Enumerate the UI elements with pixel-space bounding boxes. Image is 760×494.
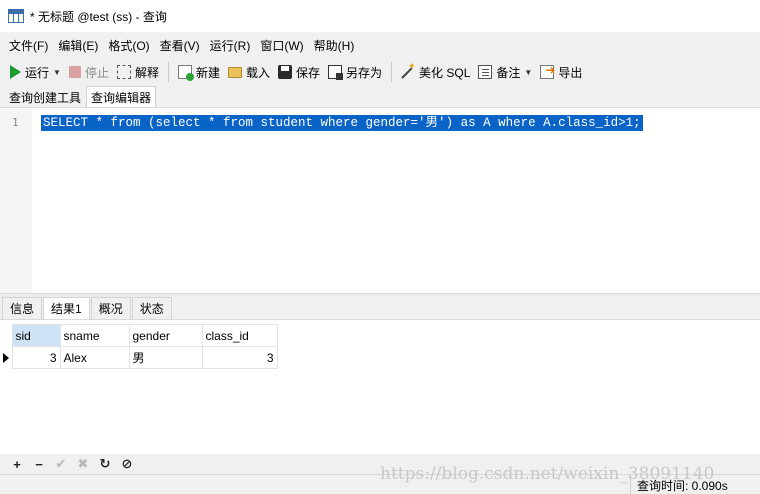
refresh-icon[interactable]: ↻ xyxy=(94,456,116,472)
cell-gender[interactable]: 男 xyxy=(128,346,203,369)
explain-label: 解释 xyxy=(134,65,159,80)
grid-header-row: sid sname gender class_id xyxy=(0,324,278,347)
export-button[interactable]: 导出 xyxy=(536,61,586,83)
beautify-label: 美化 SQL xyxy=(419,65,471,80)
current-row-icon xyxy=(3,352,9,363)
tab-info[interactable]: 信息 xyxy=(2,297,43,319)
tab-query-editor[interactable]: 查询编辑器 xyxy=(86,86,157,107)
title-bar: * 无标题 @test (ss) - 查询 xyxy=(0,0,760,32)
chevron-down-icon[interactable]: ▼ xyxy=(524,68,532,77)
menu-bar: 文件(F) 编辑(E) 格式(O) 查看(V) 运行(R) 窗口(W) 帮助(H… xyxy=(0,32,760,58)
save-as-button[interactable]: 另存为 xyxy=(324,61,386,83)
discard-changes-icon[interactable]: ✖ xyxy=(72,456,94,472)
table-row[interactable]: 3 Alex 男 3 xyxy=(0,346,278,369)
play-icon xyxy=(10,65,21,79)
run-button[interactable]: 运行 ▼ xyxy=(6,61,65,83)
result-tabs: 信息 结果1 概况 状态 xyxy=(0,297,760,320)
toolbar-separator xyxy=(391,62,393,82)
save-as-icon xyxy=(328,65,344,80)
menu-run[interactable]: 运行(R) xyxy=(205,37,256,54)
delete-record-icon[interactable]: − xyxy=(28,457,50,472)
sql-editor[interactable]: 1 SELECT * from (select * from student w… xyxy=(0,108,760,294)
note-button[interactable]: 备注 ▼ xyxy=(474,61,536,83)
explain-button[interactable]: 解释 xyxy=(113,61,163,83)
menu-window[interactable]: 窗口(W) xyxy=(255,37,308,54)
line-number: 1 xyxy=(12,116,19,129)
load-label: 载入 xyxy=(245,65,270,80)
stop-button[interactable]: 停止 xyxy=(65,61,113,83)
add-record-icon[interactable]: + xyxy=(6,457,28,472)
menu-format[interactable]: 格式(O) xyxy=(103,37,154,54)
row-pointer xyxy=(0,346,12,369)
export-icon xyxy=(540,63,555,79)
editor-mode-tabs: 查询创建工具 查询编辑器 xyxy=(0,86,760,108)
run-label: 运行 xyxy=(25,65,50,80)
query-window-icon xyxy=(8,9,24,23)
stop-label: 停止 xyxy=(84,65,109,80)
tab-result1[interactable]: 结果1 xyxy=(43,297,90,319)
column-header-class-id[interactable]: class_id xyxy=(201,324,278,347)
menu-help[interactable]: 帮助(H) xyxy=(309,37,360,54)
note-label: 备注 xyxy=(496,65,521,80)
result-grid: sid sname gender class_id 3 Alex 男 3 xyxy=(0,324,278,369)
tab-status[interactable]: 状态 xyxy=(131,297,172,319)
tab-query-builder[interactable]: 查询创建工具 xyxy=(4,86,86,107)
cell-sname[interactable]: Alex xyxy=(59,346,130,369)
save-icon xyxy=(278,65,292,79)
toolbar-separator xyxy=(167,62,169,82)
save-as-label: 另存为 xyxy=(346,65,383,80)
menu-view[interactable]: 查看(V) xyxy=(155,37,205,54)
apply-changes-icon[interactable]: ✔ xyxy=(50,456,72,472)
note-icon xyxy=(478,65,493,79)
new-query-icon xyxy=(177,65,194,81)
menu-file[interactable]: 文件(F) xyxy=(4,37,53,54)
line-number-gutter xyxy=(0,108,32,294)
result-grid-area: sid sname gender class_id 3 Alex 男 3 xyxy=(0,320,760,454)
beautify-sql-button[interactable]: 美化 SQL xyxy=(397,61,474,83)
folder-icon xyxy=(227,66,242,78)
window-title: * 无标题 @test (ss) - 查询 xyxy=(30,9,167,24)
new-button[interactable]: 新建 xyxy=(174,61,224,83)
magic-wand-icon xyxy=(401,61,416,79)
column-header-gender[interactable]: gender xyxy=(128,324,203,347)
row-header-corner xyxy=(0,324,12,347)
new-label: 新建 xyxy=(195,65,220,80)
menu-edit[interactable]: 编辑(E) xyxy=(53,37,103,54)
cell-sid[interactable]: 3 xyxy=(11,346,61,369)
stop-loading-icon[interactable]: ⊘ xyxy=(116,456,138,472)
load-button[interactable]: 载入 xyxy=(224,61,274,83)
column-header-sname[interactable]: sname xyxy=(59,324,130,347)
explain-icon xyxy=(116,65,131,79)
chevron-down-icon[interactable]: ▼ xyxy=(53,68,61,77)
export-label: 导出 xyxy=(558,65,583,80)
save-button[interactable]: 保存 xyxy=(274,61,324,83)
watermark: https://blog.csdn.net/weixin_38091140 xyxy=(380,464,715,484)
sql-code-line[interactable]: SELECT * from (select * from student whe… xyxy=(41,115,643,131)
cell-class-id[interactable]: 3 xyxy=(201,346,278,369)
stop-icon xyxy=(68,66,81,78)
toolbar: 运行 ▼ 停止 解释 新建 载入 保存 另存为 美化 SQL 备注 ▼ 导出 xyxy=(0,58,760,86)
tab-profile[interactable]: 概况 xyxy=(90,297,131,319)
save-label: 保存 xyxy=(296,65,321,80)
column-header-sid[interactable]: sid xyxy=(11,324,61,347)
